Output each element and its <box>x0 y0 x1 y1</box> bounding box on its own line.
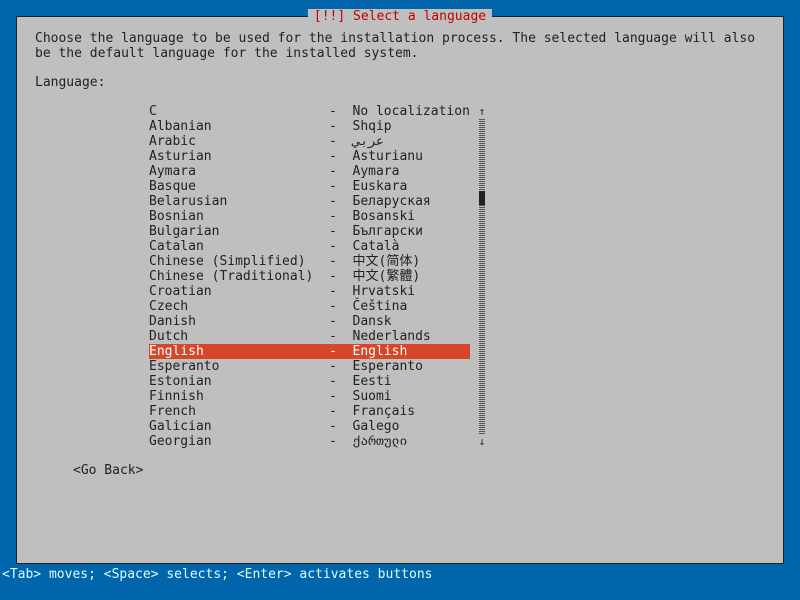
language-list[interactable]: C - No localizationAlbanian - ShqipArabi… <box>149 104 470 449</box>
language-row[interactable]: Bosnian - Bosanski <box>149 209 470 224</box>
language-row[interactable]: C - No localization <box>149 104 470 119</box>
language-row[interactable]: Aymara - Aymara <box>149 164 470 179</box>
language-row[interactable]: Bulgarian - Български <box>149 224 470 239</box>
dialog-title-text: Select a language <box>353 9 486 24</box>
footer-help-text: <Tab> moves; <Space> selects; <Enter> ac… <box>2 567 432 582</box>
language-row[interactable]: Chinese (Traditional) - 中文(繁體) <box>149 269 470 284</box>
language-row[interactable]: Dutch - Nederlands <box>149 329 470 344</box>
dialog-title-marker: [!!] <box>314 9 353 24</box>
scrollbar[interactable]: ↑ ↓ <box>478 104 486 449</box>
language-row[interactable]: Asturian - Asturianu <box>149 149 470 164</box>
footer-bar: <Tab> moves; <Space> selects; <Enter> ac… <box>0 564 800 600</box>
language-row[interactable]: Basque - Euskara <box>149 179 470 194</box>
language-row[interactable]: Chinese (Simplified) - 中文(简体) <box>149 254 470 269</box>
language-row[interactable]: English - English <box>149 344 470 359</box>
language-row[interactable]: Galician - Galego <box>149 419 470 434</box>
language-prompt: Language: <box>35 75 765 90</box>
instruction-text: Choose the language to be used for the i… <box>35 31 765 61</box>
language-row[interactable]: Czech - Čeština <box>149 299 470 314</box>
language-row[interactable]: Arabic - عربي <box>149 134 470 149</box>
language-row[interactable]: Catalan - Català <box>149 239 470 254</box>
language-row[interactable]: French - Français <box>149 404 470 419</box>
language-row[interactable]: Georgian - ქართული <box>149 434 470 449</box>
language-row[interactable]: Estonian - Eesti <box>149 374 470 389</box>
dialog-content: Choose the language to be used for the i… <box>17 17 783 484</box>
language-row[interactable]: Esperanto - Esperanto <box>149 359 470 374</box>
scroll-track[interactable] <box>479 119 485 434</box>
scroll-thumb[interactable] <box>479 191 485 205</box>
language-row[interactable]: Croatian - Hrvatski <box>149 284 470 299</box>
language-row[interactable]: Finnish - Suomi <box>149 389 470 404</box>
list-area: C - No localizationAlbanian - ShqipArabi… <box>35 104 765 449</box>
language-row[interactable]: Danish - Dansk <box>149 314 470 329</box>
scroll-down-arrow-icon[interactable]: ↓ <box>478 434 486 449</box>
dialog-frame: [!!] Select a language Choose the langua… <box>16 16 784 564</box>
dialog-title: [!!] Select a language <box>308 9 492 24</box>
language-row[interactable]: Belarusian - Беларуская <box>149 194 470 209</box>
scroll-up-arrow-icon[interactable]: ↑ <box>478 104 486 119</box>
go-back-button[interactable]: <Go Back> <box>73 463 143 478</box>
language-row[interactable]: Albanian - Shqip <box>149 119 470 134</box>
